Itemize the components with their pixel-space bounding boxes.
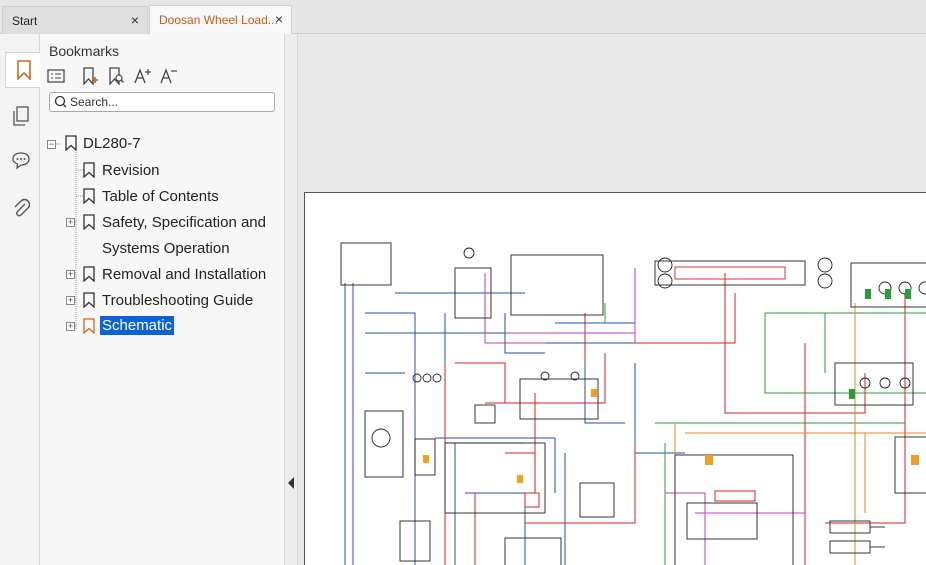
bookmark-search-box [49,92,275,112]
paperclip-icon [14,198,30,217]
panel-title: Bookmarks [49,43,120,59]
expand-toggle[interactable]: + [66,296,75,305]
expand-toggle[interactable]: + [66,322,75,331]
document-page [304,192,926,565]
panel-splitter[interactable] [284,34,298,565]
pages-icon [13,106,29,126]
list-options-icon [47,69,65,83]
font-increase-icon [134,68,151,84]
comment-icon [12,152,30,170]
bookmark-item[interactable]: + Safety, Specification and Systems Oper… [40,210,284,260]
tab-label: Start [12,13,38,28]
collapse-panel-arrow-icon[interactable] [288,477,294,489]
document-view[interactable] [298,34,926,565]
add-bookmark-icon [83,67,98,85]
bookmark-icon [83,292,95,308]
bookmark-panel-button[interactable] [5,52,41,88]
font-decrease-icon [160,68,177,84]
bookmark-item[interactable]: + Removal and Installation [40,262,284,286]
bookmark-icon [83,162,95,178]
bookmark-item-selected[interactable]: + Schematic [40,314,284,338]
bookmark-icon [16,60,31,80]
add-bookmark-button[interactable] [80,66,100,86]
bookmark-label: DL280-7 [83,135,141,152]
bookmark-item[interactable]: + Troubleshooting Guide [40,288,284,312]
bookmarks-panel: Bookmarks Search... − DL280-7 Revision T… [40,34,284,565]
pages-panel-button[interactable] [5,98,37,134]
decrease-font-button[interactable] [158,66,178,86]
bookmark-options-button[interactable] [46,66,66,86]
tab-bar: Start × Doosan Wheel Load... × [0,0,926,34]
attachments-panel-button[interactable] [5,190,37,226]
increase-font-button[interactable] [132,66,152,86]
find-bookmark-button[interactable] [106,66,126,86]
bookmark-label: Table of Contents [102,188,219,205]
bookmark-label: Troubleshooting Guide [102,292,254,309]
bookmark-icon [83,214,95,230]
bookmark-icon [83,318,95,334]
bookmark-label-line2: Systems Operation [102,240,230,257]
tab-start[interactable]: Start × [2,6,148,34]
bookmark-search-input[interactable] [70,95,260,109]
bookmark-item[interactable]: Table of Contents [40,184,284,208]
bookmarks-toolbar [46,66,178,86]
expand-toggle[interactable]: + [66,270,75,279]
tab-label: Doosan Wheel Load... [159,13,278,27]
search-icon [54,95,67,108]
collapse-toggle[interactable]: − [47,140,56,149]
close-tab-icon[interactable]: × [128,13,142,27]
bookmark-label: Schematic [100,316,175,335]
bookmark-root[interactable]: − DL280-7 [40,132,284,156]
comments-panel-button[interactable] [5,142,37,178]
close-tab-icon[interactable]: × [272,12,286,26]
side-panel-rail [0,34,41,565]
hydraulic-schematic-drawing [340,242,926,565]
bookmark-item[interactable]: Revision [40,158,284,182]
bookmark-icon [65,135,77,151]
bookmark-icon [83,188,95,204]
bookmark-icon [83,266,95,282]
app-window: Start × Doosan Wheel Load... × Bookmarks… [0,0,926,565]
bookmark-label-line1: Safety, Specification and [102,214,266,231]
expand-toggle[interactable]: + [66,218,75,227]
tab-document[interactable]: Doosan Wheel Load... × [149,5,292,34]
find-bookmark-icon [109,67,124,85]
bookmark-label: Revision [102,162,160,179]
bookmark-label: Removal and Installation [102,266,267,283]
